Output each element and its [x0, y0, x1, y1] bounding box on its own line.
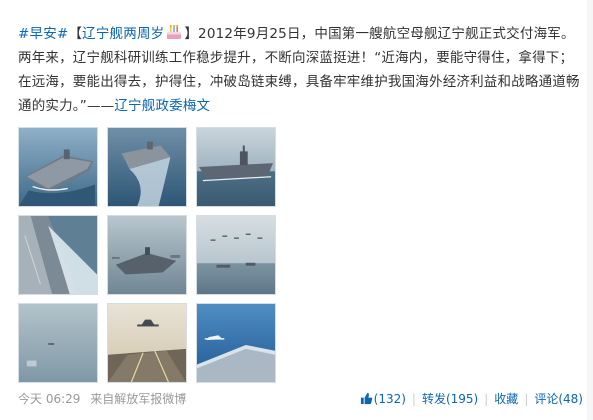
source-prefix: 来自: [90, 392, 115, 406]
topic-label: 辽宁舰两周岁: [82, 26, 165, 42]
carrier-fleet-haze-image: [108, 216, 186, 294]
image-thumb-7[interactable]: [18, 303, 98, 383]
image-thumb-4[interactable]: [18, 215, 98, 295]
jet-takeoff-deck-image: [108, 304, 186, 382]
post-text: #早安#【辽宁舰两周岁 】2012年9月25日，中国第一艘航空母舰辽宁舰正式交付…: [18, 22, 583, 118]
aircraft-formation-image: [197, 216, 275, 294]
image-thumb-5[interactable]: [107, 215, 187, 295]
image-thumb-8[interactable]: [107, 303, 187, 383]
carrier-aerial-wake-image: [108, 128, 186, 206]
birthday-cake-icon: [167, 25, 182, 39]
comment-button[interactable]: 评论(48): [534, 392, 583, 406]
post-meta: 今天 06:29 来自解放军报微博: [18, 388, 186, 410]
topic-link-anniversary[interactable]: 辽宁舰两周岁: [82, 25, 184, 42]
open-sea-haze-image: [19, 304, 97, 382]
image-grid: [18, 127, 276, 388]
jet-approach-blue-sea-image: [197, 304, 275, 382]
post-actions: (132) | 转发(195) | 收藏 | 评论(48): [360, 388, 583, 410]
action-separator: |: [484, 392, 489, 406]
weibo-post: #早安#【辽宁舰两周岁 】2012年9月25日，中国第一艘航空母舰辽宁舰正式交付…: [0, 0, 593, 420]
post-footer: 今天 06:29 来自解放军报微博 (132) | 转发(195) | 收藏 | 评论(48…: [18, 388, 583, 410]
carrier-bow-view-image: [19, 128, 97, 206]
repost-button[interactable]: 转发(195): [422, 392, 478, 406]
favorite-button[interactable]: 收藏: [494, 392, 518, 406]
thumbs-up-icon: [360, 392, 372, 405]
post-timestamp[interactable]: 今天 06:29: [18, 392, 80, 406]
like-button[interactable]: (132): [360, 392, 406, 406]
close-bracket: 】: [184, 26, 199, 42]
like-count: (132): [373, 392, 406, 406]
source-link[interactable]: 解放军报微博: [114, 392, 186, 406]
author-link[interactable]: 辽宁舰政委梅文: [114, 98, 210, 114]
action-separator: |: [411, 392, 416, 406]
image-thumb-3[interactable]: [196, 127, 276, 207]
carrier-side-view-image: [197, 128, 275, 206]
open-bracket: 【: [68, 26, 83, 42]
image-thumb-6[interactable]: [196, 215, 276, 295]
action-separator: |: [524, 392, 529, 406]
page-scrollbar[interactable]: [587, 0, 593, 420]
image-thumb-1[interactable]: [18, 127, 98, 207]
carrier-deck-spray-image: [19, 216, 97, 294]
image-thumb-9[interactable]: [196, 303, 276, 383]
topic-link-morning[interactable]: #早安#: [18, 26, 68, 42]
image-thumb-2[interactable]: [107, 127, 187, 207]
